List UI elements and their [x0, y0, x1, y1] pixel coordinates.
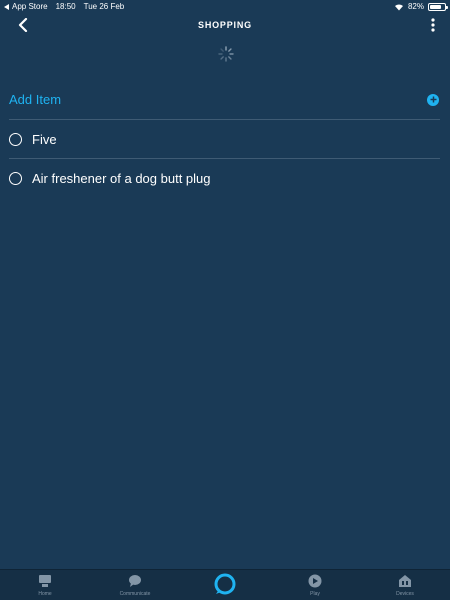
battery-icon [428, 2, 448, 11]
vertical-dots-icon [431, 18, 435, 32]
nav-item-play[interactable]: Play [270, 570, 360, 597]
chevron-left-icon [18, 18, 28, 32]
page-title: SHOPPING [198, 20, 252, 30]
add-item-row[interactable]: Add Item [9, 80, 440, 120]
loading-spinner-icon [218, 46, 234, 62]
status-time: 18:50 [55, 2, 76, 11]
wifi-icon [394, 3, 403, 11]
devices-icon [398, 574, 412, 588]
bottom-nav: Home Communicate Play Devices [0, 569, 450, 600]
nav-label-communicate: Communicate [119, 591, 151, 597]
list-item: Five [9, 121, 440, 159]
back-triangle-icon [4, 3, 9, 10]
back-to-app-link[interactable]: App Store [4, 2, 48, 11]
more-options-button[interactable] [426, 16, 440, 34]
add-item-label[interactable]: Add Item [9, 92, 61, 107]
nav-label-home: Home [38, 591, 52, 597]
nav-label-devices: Devices [396, 591, 414, 597]
nav-item-communicate[interactable]: Communicate [90, 570, 180, 597]
play-icon [308, 574, 322, 588]
back-app-label: App Store [12, 2, 48, 11]
list-item-label[interactable]: Air freshener of a dog butt plug [32, 171, 211, 186]
home-icon [38, 574, 52, 588]
nav-item-devices[interactable]: Devices [360, 570, 450, 597]
item-checkbox[interactable] [9, 133, 22, 146]
status-date: Tue 26 Feb [83, 2, 125, 11]
header: SHOPPING [0, 13, 450, 37]
nav-label-play: Play [310, 591, 320, 597]
list-item: Air freshener of a dog butt plug [9, 159, 440, 197]
battery-percent: 82% [407, 2, 424, 11]
battery-fill [430, 4, 442, 9]
list-item-label[interactable]: Five [32, 132, 57, 147]
plus-icon[interactable] [427, 93, 439, 106]
nav-item-home[interactable]: Home [0, 570, 90, 597]
alexa-ring-icon [214, 573, 236, 595]
status-left: App Store 18:50 Tue 26 Feb [4, 2, 124, 11]
alexa-button[interactable] [180, 570, 270, 596]
status-right: 82% [394, 2, 448, 11]
chat-bubble-icon [128, 574, 142, 588]
back-button[interactable] [14, 16, 32, 34]
status-bar: App Store 18:50 Tue 26 Feb 82% [0, 0, 450, 13]
plus-glyph [430, 96, 436, 103]
item-checkbox[interactable] [9, 171, 22, 185]
